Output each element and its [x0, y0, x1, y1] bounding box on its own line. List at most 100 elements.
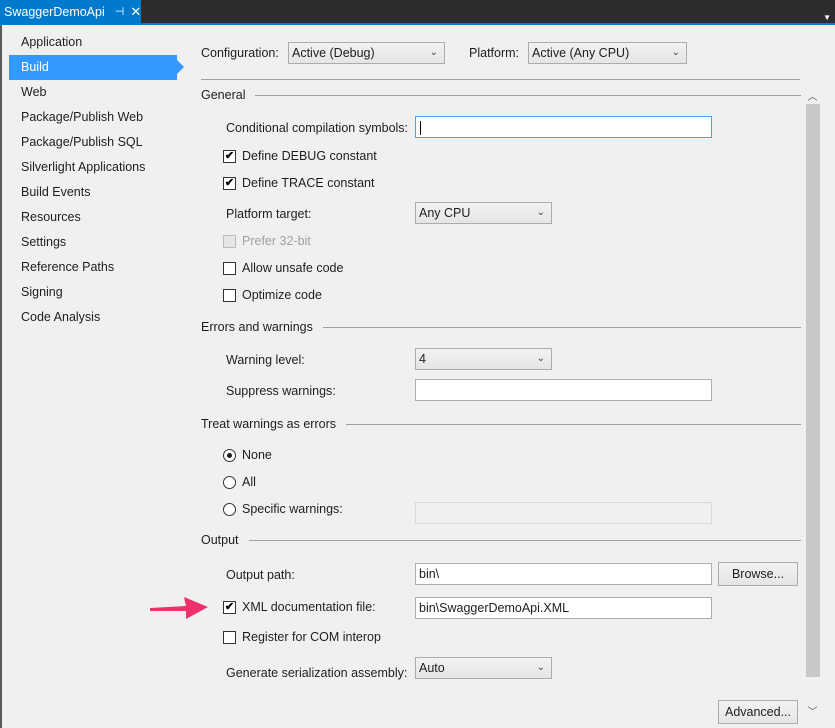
configuration-select[interactable]: Active (Debug) ⌄: [288, 42, 445, 64]
platform-target-select[interactable]: Any CPU ⌄: [415, 202, 552, 224]
close-icon[interactable]: ✕: [130, 4, 141, 20]
define-debug-checkbox[interactable]: ✔ Define DEBUG constant: [223, 149, 377, 163]
radio-all[interactable]: All: [223, 475, 256, 489]
radio-none-label: None: [242, 448, 272, 462]
section-treat-warnings-as-errors: Treat warnings as errors: [201, 416, 801, 432]
conditional-symbols-input[interactable]: [415, 116, 712, 138]
sidebar-item-web[interactable]: Web: [9, 80, 177, 105]
sidebar-item-package-publish-web[interactable]: Package/Publish Web: [9, 105, 177, 130]
radio-none[interactable]: None: [223, 448, 272, 462]
arrow-shape: [150, 597, 208, 619]
sidebar-item-silverlight-applications[interactable]: Silverlight Applications: [9, 155, 177, 180]
radio-all-label: All: [242, 475, 256, 489]
configuration-label: Configuration:: [201, 46, 279, 60]
sidebar-item-package-publish-sql[interactable]: Package/Publish SQL: [9, 130, 177, 155]
section-rule: [255, 94, 801, 96]
platform-target-value: Any CPU: [419, 206, 471, 220]
warning-level-select[interactable]: 4 ⌄: [415, 348, 552, 370]
sidebar-item-code-analysis[interactable]: Code Analysis: [9, 305, 177, 330]
tab-title: SwaggerDemoApi: [4, 4, 105, 19]
output-path-input[interactable]: bin\: [415, 563, 712, 585]
section-title: Treat warnings as errors: [201, 417, 336, 431]
radio-icon: [223, 502, 236, 516]
section-rule: [248, 539, 801, 541]
xml-documentation-label: XML documentation file:: [242, 600, 376, 614]
sidebar-item-application[interactable]: Application: [9, 30, 177, 55]
platform-select[interactable]: Active (Any CPU) ⌄: [528, 42, 687, 64]
warning-level-label: Warning level:: [226, 353, 305, 367]
checkbox-box: [223, 288, 236, 302]
platform-target-label: Platform target:: [226, 207, 312, 221]
properties-sidebar: Application Build Web Package/Publish We…: [9, 30, 184, 330]
conditional-symbols-label: Conditional compilation symbols:: [226, 121, 409, 135]
section-title: General: [201, 88, 246, 102]
xml-documentation-input[interactable]: bin\SwaggerDemoApi.XML: [415, 597, 712, 619]
annotation-arrow-icon: [150, 597, 208, 619]
radio-icon: [223, 475, 236, 489]
sidebar-item-signing[interactable]: Signing: [9, 280, 177, 305]
checkbox-box: [223, 234, 236, 248]
prefer-32bit-checkbox: Prefer 32-bit: [223, 234, 311, 248]
section-rule: [322, 326, 801, 328]
browse-button[interactable]: Browse...: [718, 562, 798, 586]
section-general: General: [201, 87, 801, 103]
optimize-code-label: Optimize code: [242, 288, 322, 302]
xml-documentation-checkbox[interactable]: ✔ XML documentation file:: [223, 600, 376, 614]
sidebar-item-label: Silverlight Applications: [21, 160, 146, 174]
suppress-warnings-input[interactable]: [415, 379, 712, 401]
sidebar-item-label: Resources: [21, 210, 81, 224]
define-trace-checkbox[interactable]: ✔ Define TRACE constant: [223, 176, 374, 190]
check-icon: ✔: [223, 176, 236, 190]
scrollbar-thumb[interactable]: [806, 104, 820, 677]
define-trace-label: Define TRACE constant: [242, 176, 375, 190]
divider: [201, 79, 800, 80]
tab-dropdown-icon[interactable]: ▼: [823, 13, 831, 22]
output-path-value: bin\: [419, 567, 440, 581]
checkbox-box: [223, 261, 236, 275]
section-output: Output: [201, 532, 801, 548]
define-debug-label: Define DEBUG constant: [242, 149, 377, 163]
document-tab-strip: SwaggerDemoApi ⊣ ✕ ▼: [0, 0, 835, 25]
chevron-down-icon: ⌄: [536, 207, 545, 218]
sidebar-item-label: Code Analysis: [21, 310, 101, 324]
scroll-down-icon[interactable]: ﹀: [805, 703, 820, 718]
pin-icon[interactable]: ⊣: [115, 5, 125, 18]
scroll-up-icon[interactable]: ︿: [805, 88, 820, 103]
chevron-down-icon: ⌄: [429, 47, 438, 58]
optimize-code-checkbox[interactable]: Optimize code: [223, 288, 322, 302]
section-title: Output: [201, 533, 239, 547]
allow-unsafe-label: Allow unsafe code: [242, 261, 344, 275]
sidebar-item-label: Build Events: [21, 185, 91, 199]
output-path-label: Output path:: [226, 568, 295, 582]
sidebar-item-build[interactable]: Build: [9, 55, 184, 80]
serialization-select[interactable]: Auto ⌄: [415, 657, 552, 679]
com-interop-checkbox[interactable]: Register for COM interop: [223, 630, 381, 644]
warning-level-value: 4: [419, 352, 426, 366]
allow-unsafe-checkbox[interactable]: Allow unsafe code: [223, 261, 343, 275]
sidebar-item-build-events[interactable]: Build Events: [9, 180, 177, 205]
chevron-down-icon: ⌄: [671, 47, 680, 58]
build-settings-panel: Configuration: Active (Debug) ⌄ Platform…: [190, 25, 835, 728]
document-tab[interactable]: SwaggerDemoApi ⊣ ✕: [0, 0, 141, 23]
platform-label: Platform:: [469, 46, 520, 60]
sidebar-item-label: Reference Paths: [21, 260, 115, 274]
text-caret: [420, 120, 421, 135]
chevron-down-icon: ⌄: [536, 662, 545, 673]
sidebar-item-label: Application: [21, 35, 83, 49]
section-title: Errors and warnings: [201, 320, 313, 334]
sidebar-item-label: Settings: [21, 235, 67, 249]
specific-warnings-input: [415, 502, 712, 524]
serialization-label: Generate serialization assembly:: [226, 666, 408, 680]
advanced-button[interactable]: Advanced...: [718, 700, 798, 724]
sidebar-item-reference-paths[interactable]: Reference Paths: [9, 255, 177, 280]
radio-specific-warnings[interactable]: Specific warnings:: [223, 502, 343, 516]
sidebar-item-label: Web: [21, 85, 47, 99]
xml-documentation-value: bin\SwaggerDemoApi.XML: [419, 601, 570, 615]
sidebar-item-resources[interactable]: Resources: [9, 205, 177, 230]
serialization-value: Auto: [419, 661, 445, 675]
sidebar-item-settings[interactable]: Settings: [9, 230, 177, 255]
window-edge: [0, 25, 2, 728]
sidebar-item-label: Package/Publish Web: [21, 110, 144, 124]
configuration-value: Active (Debug): [292, 46, 375, 60]
platform-value: Active (Any CPU): [532, 46, 630, 60]
